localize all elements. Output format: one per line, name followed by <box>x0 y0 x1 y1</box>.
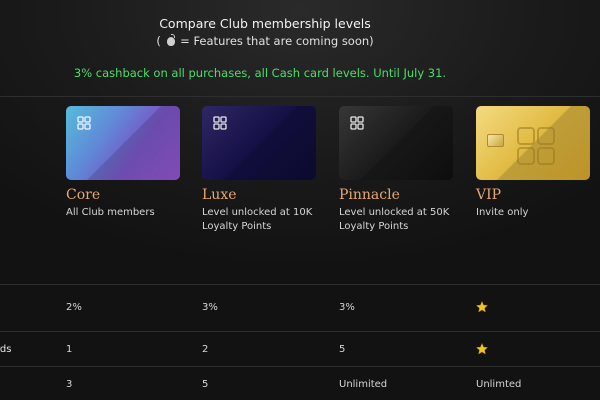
cell-core: 2% <box>66 302 82 313</box>
cell-core: 1 <box>66 344 73 355</box>
tier-name: Pinnacle <box>339 187 400 203</box>
card-chip-icon <box>487 134 504 147</box>
tier-name: Luxe <box>202 187 237 203</box>
tier-description: Level unlocked at 10K Loyalty Points <box>202 207 313 232</box>
page-title: Compare Club membership levels <box>159 16 371 31</box>
tier-name: Core <box>66 187 101 203</box>
table-top-divider <box>0 96 600 97</box>
row-divider <box>0 284 600 285</box>
cell-pinnacle: Unlimited <box>339 379 388 390</box>
row-divider <box>0 331 600 332</box>
tier-description: All Club members <box>66 207 155 218</box>
star-icon <box>476 343 488 355</box>
cashback-promo-banner: 3% cashback on all purchases, all Cash c… <box>73 66 447 80</box>
club-logo-icon <box>350 116 364 130</box>
tier-description: Level unlocked at 50K Loyalty Points <box>339 207 450 232</box>
row-divider <box>0 366 600 367</box>
legend-open-paren: ( <box>156 34 161 48</box>
tier-core: Core All Club members <box>66 106 196 220</box>
tier-luxe: Luxe Level unlocked at 10K Loyalty Point… <box>202 106 332 234</box>
tier-description: Invite only <box>476 207 529 218</box>
cell-luxe: 3% <box>202 302 218 313</box>
pinnacle-card-image <box>339 106 453 180</box>
club-logo-icon <box>77 116 91 130</box>
club-logo-icon <box>517 127 555 165</box>
coming-soon-legend: ( = Features that are coming soon) <box>0 34 530 48</box>
cell-luxe: 5 <box>202 379 209 390</box>
luxe-card-image <box>202 106 316 180</box>
row-label: rds <box>0 344 12 355</box>
cell-core: 3 <box>66 379 73 390</box>
tier-name: VIP <box>476 187 502 203</box>
star-icon <box>476 301 488 313</box>
core-card-image <box>66 106 180 180</box>
cell-vip: Unlimted <box>476 379 522 390</box>
club-logo-icon <box>213 116 227 130</box>
cell-pinnacle: 3% <box>339 302 355 313</box>
legend-text: = Features that are coming soon) <box>176 34 374 48</box>
tier-pinnacle: Pinnacle Level unlocked at 50K Loyalty P… <box>339 106 469 234</box>
cell-luxe: 2 <box>202 344 209 355</box>
cell-pinnacle: 5 <box>339 344 346 355</box>
vip-card-image <box>476 106 590 180</box>
tier-vip: VIP Invite only <box>476 106 600 220</box>
bomb-icon <box>166 34 175 46</box>
